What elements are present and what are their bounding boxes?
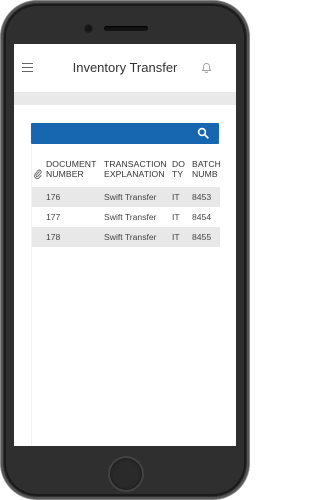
search-icon[interactable] (197, 127, 209, 139)
app-screen: Inventory Transfer DOCUMENT NUMBER TRANS… (14, 44, 236, 446)
column-header-batch-number[interactable]: BATCH NUMB (192, 159, 220, 179)
earpiece-speaker (104, 26, 148, 31)
document-number-cell: 177 (46, 212, 61, 222)
home-button[interactable] (108, 456, 144, 492)
table-row[interactable]: 176 Swift Transfer IT 8453 (32, 187, 220, 207)
column-header-document-number[interactable]: DOCUMENT NUMBER (46, 159, 96, 179)
table-row[interactable]: 178 Swift Transfer IT 8455 (32, 227, 220, 247)
main-content: DOCUMENT NUMBER TRANSACTION EXPLANATION … (14, 105, 236, 445)
document-number-cell: 176 (46, 192, 61, 202)
front-camera (84, 24, 93, 33)
bell-icon[interactable] (201, 62, 212, 74)
phone-frame: Inventory Transfer DOCUMENT NUMBER TRANS… (1, 1, 249, 499)
batch-number-cell: 8454 (192, 212, 212, 222)
doc-type-cell: IT (172, 192, 180, 202)
batch-number-cell: 8453 (192, 192, 212, 202)
batch-number-cell: 8455 (192, 232, 212, 242)
table-row[interactable]: 177 Swift Transfer IT 8454 (32, 207, 220, 227)
doc-type-cell: IT (172, 232, 180, 242)
transfers-table: DOCUMENT NUMBER TRANSACTION EXPLANATION … (31, 144, 220, 445)
explanation-cell: Swift Transfer (104, 232, 157, 242)
app-header: Inventory Transfer (14, 44, 236, 93)
page-title: Inventory Transfer (72, 60, 178, 75)
column-header-transaction-explanation[interactable]: TRANSACTION EXPLANATION (104, 159, 167, 179)
table-header: DOCUMENT NUMBER TRANSACTION EXPLANATION … (32, 144, 220, 187)
paperclip-icon (34, 169, 42, 179)
explanation-cell: Swift Transfer (104, 192, 157, 202)
header-separator-band (14, 93, 236, 105)
column-header-doc-type[interactable]: DO TY (172, 159, 185, 179)
doc-type-cell: IT (172, 212, 180, 222)
hamburger-menu-icon[interactable] (22, 63, 33, 73)
explanation-cell: Swift Transfer (104, 212, 157, 222)
document-number-cell: 178 (46, 232, 61, 242)
search-bar[interactable] (31, 123, 219, 144)
